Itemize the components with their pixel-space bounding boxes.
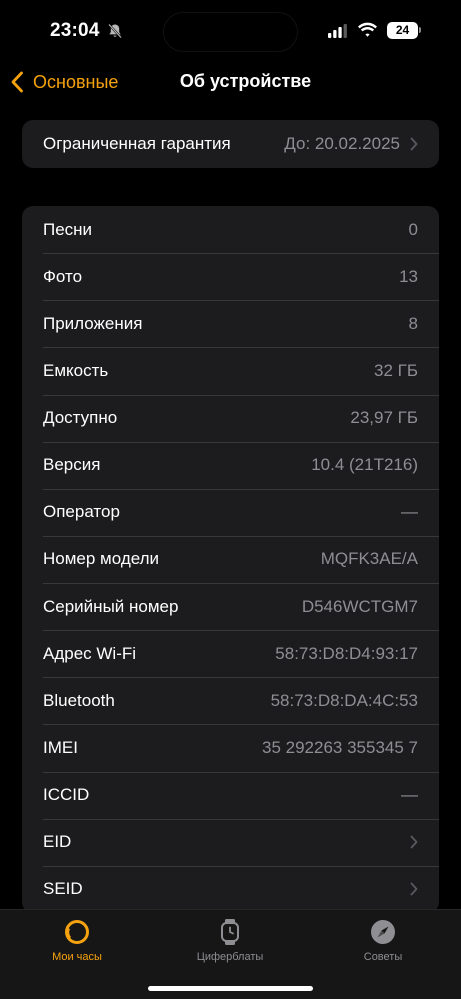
screen: 23:04 24 Основные Об устройстве Ограниче… bbox=[0, 0, 461, 999]
watch-face-icon bbox=[65, 920, 89, 944]
info-row-model-number[interactable]: Номер модели MQFK3AE/A bbox=[22, 535, 439, 583]
info-row-eid[interactable]: EID bbox=[22, 818, 439, 866]
signal-icon bbox=[328, 24, 347, 38]
row-value: 10.4 (21T216) bbox=[311, 455, 418, 475]
row-value: — bbox=[401, 502, 418, 522]
row-label: Bluetooth bbox=[43, 690, 115, 710]
tab-label: Советы bbox=[363, 951, 403, 963]
row-value: 13 bbox=[399, 266, 418, 286]
chevron-right-icon bbox=[410, 835, 418, 849]
row-value: — bbox=[401, 785, 418, 805]
row-value: 32 ГБ bbox=[374, 360, 418, 380]
tab-faces[interactable]: Циферблаты bbox=[153, 916, 307, 966]
warranty-group: Ограниченная гарантия До: 20.02.2025 bbox=[22, 120, 439, 168]
nav-bar: Основные Об устройстве bbox=[0, 60, 461, 104]
info-row-serial-number[interactable]: Серийный номер D546WCTGM7 bbox=[22, 583, 439, 630]
watch-icon bbox=[221, 919, 239, 945]
info-row-capacity: Емкость 32 ГБ bbox=[22, 347, 439, 394]
row-right bbox=[400, 835, 418, 849]
row-label: SEID bbox=[43, 879, 83, 899]
row-label: Оператор bbox=[43, 502, 120, 522]
info-row-iccid: ICCID — bbox=[22, 771, 439, 819]
info-row-version: Версия 10.4 (21T216) bbox=[22, 441, 439, 489]
warranty-row[interactable]: Ограниченная гарантия До: 20.02.2025 bbox=[22, 120, 439, 168]
row-value: D546WCTGM7 bbox=[301, 596, 418, 616]
home-indicator[interactable] bbox=[148, 986, 313, 991]
status-time: 23:04 bbox=[50, 20, 100, 41]
row-label: Ограниченная гарантия bbox=[43, 134, 231, 153]
row-value: 0 bbox=[408, 219, 418, 239]
wifi-icon bbox=[358, 22, 377, 37]
info-row-wifi-address[interactable]: Адрес Wi-Fi 58:73:D8:D4:93:17 bbox=[22, 630, 439, 677]
row-label: Емкость bbox=[43, 360, 109, 380]
device-info-group: Песни 0 Фото 13 Приложения 8 Емкость 32 … bbox=[22, 206, 439, 909]
page-title: Об устройстве bbox=[179, 71, 312, 91]
row-label: Фото bbox=[43, 266, 83, 286]
battery-icon: 24 bbox=[387, 22, 418, 39]
tab-label: Циферблаты bbox=[196, 951, 264, 963]
row-value: 58:73:D8:D4:93:17 bbox=[275, 643, 418, 663]
row-label: EID bbox=[43, 832, 72, 852]
dynamic-island bbox=[164, 13, 297, 51]
tab-bar: Мои часы Циферблаты Советы bbox=[0, 909, 461, 999]
info-row-available: Доступно 23,97 ГБ bbox=[22, 394, 439, 442]
info-row-seid[interactable]: SEID bbox=[22, 865, 439, 909]
row-label: IMEI bbox=[43, 737, 78, 757]
row-label: Песни bbox=[43, 219, 93, 239]
battery-nub bbox=[419, 27, 421, 33]
row-label: Серийный номер bbox=[43, 596, 179, 616]
info-row-songs: Песни 0 bbox=[22, 206, 439, 253]
row-label: Доступно bbox=[43, 408, 118, 428]
row-value: 23,97 ГБ bbox=[350, 408, 418, 428]
info-row-photos: Фото 13 bbox=[22, 253, 439, 300]
tab-tips[interactable]: Советы bbox=[306, 916, 460, 966]
tab-label: Мои часы bbox=[52, 951, 102, 963]
row-label: Приложения bbox=[43, 313, 143, 333]
row-right: До: 20.02.2025 bbox=[284, 134, 418, 154]
info-row-carrier: Оператор — bbox=[22, 488, 439, 536]
row-value: До: 20.02.2025 bbox=[284, 134, 400, 153]
info-row-apps: Приложения 8 bbox=[22, 300, 439, 347]
info-row-imei[interactable]: IMEI 35 292263 355345 7 bbox=[22, 724, 439, 771]
tab-my-watch[interactable]: Мои часы bbox=[0, 916, 154, 966]
row-label: ICCID bbox=[43, 785, 90, 805]
bell-slash-icon bbox=[108, 23, 122, 39]
row-label: Адрес Wi-Fi bbox=[43, 643, 137, 663]
row-right bbox=[400, 882, 418, 896]
chevron-right-icon bbox=[410, 882, 418, 896]
compass-icon bbox=[371, 920, 395, 944]
row-label: Номер модели bbox=[43, 549, 160, 569]
row-value: MQFK3AE/A bbox=[320, 549, 418, 569]
row-value: 35 292263 355345 7 bbox=[262, 737, 418, 757]
row-value: 8 bbox=[408, 313, 418, 333]
content[interactable]: Ограниченная гарантия До: 20.02.2025 Пес… bbox=[0, 104, 461, 909]
info-row-bluetooth[interactable]: Bluetooth 58:73:D8:DA:4C:53 bbox=[22, 677, 439, 724]
row-value: 58:73:D8:DA:4C:53 bbox=[270, 690, 418, 710]
chevron-right-icon bbox=[410, 137, 418, 151]
row-label: Версия bbox=[43, 455, 101, 475]
status-bar: 23:04 24 bbox=[0, 0, 461, 60]
